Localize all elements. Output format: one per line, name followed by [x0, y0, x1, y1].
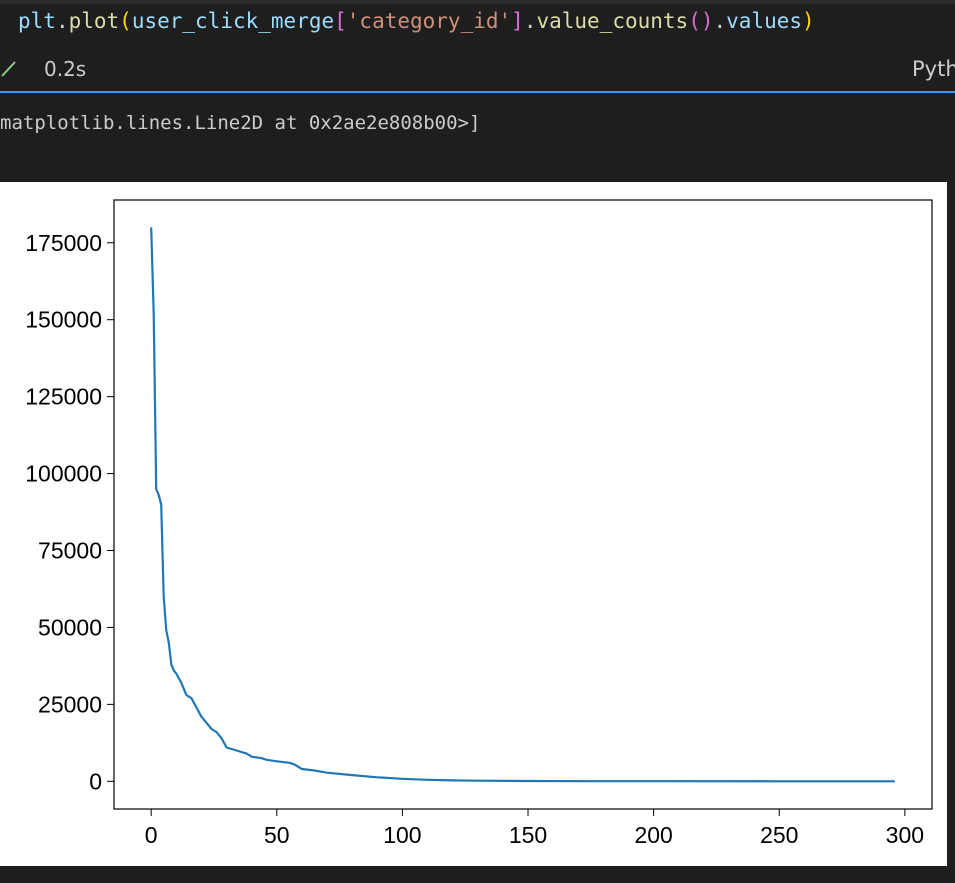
x-tick-label: 250	[760, 822, 798, 848]
y-tick-label: 175000	[25, 230, 102, 256]
x-tick-label: 200	[634, 822, 672, 848]
code-token-dot: .	[55, 9, 69, 33]
y-tick-label: 50000	[38, 614, 102, 640]
code-token-paren-close: )	[802, 9, 815, 33]
code-token-bracket-open: [	[334, 9, 347, 33]
x-tick-label: 50	[264, 822, 290, 848]
x-tick-label: 150	[509, 822, 547, 848]
x-tick-label: 100	[383, 822, 421, 848]
plot-output-image: 0 50 100 150 200 250 300 0 25000 50000 75000 100000…	[0, 182, 947, 866]
y-tick-label: 0	[89, 768, 102, 794]
cell-status-bar: 0.2s Pyth	[0, 50, 955, 90]
code-token-dot: .	[523, 9, 537, 33]
x-tick-label: 0	[145, 822, 158, 848]
y-tick-label: 25000	[38, 691, 102, 717]
code-token-call-parens: ()	[688, 9, 714, 33]
code-token-bracket-close: ]	[511, 9, 524, 33]
line-chart: 0 50 100 150 200 250 300 0 25000 50000 75000 100000…	[25, 199, 933, 848]
check-icon	[1, 61, 16, 77]
y-tick-label: 125000	[25, 384, 102, 410]
code-editor-line[interactable]: plt.plot(user_click_merge['category_id']…	[18, 4, 815, 38]
y-tick-label: 75000	[38, 538, 102, 564]
kernel-language-label[interactable]: Pyth	[912, 57, 955, 81]
code-token-column-string: 'category_id'	[346, 9, 512, 33]
notebook-cell: plt.plot(user_click_merge['category_id']…	[0, 0, 955, 883]
plot-area-background	[114, 200, 932, 809]
cell-focus-divider	[0, 91, 955, 93]
code-token-dot: .	[713, 9, 727, 33]
x-tick-label: 300	[886, 822, 924, 848]
code-token-paren-open: (	[119, 9, 132, 33]
code-token-dataframe: user_click_merge	[131, 9, 335, 33]
code-token-plot: plot	[68, 9, 120, 33]
code-token-values: values	[726, 9, 802, 33]
code-token-plt: plt	[18, 9, 56, 33]
y-tick-label: 100000	[25, 461, 102, 487]
y-tick-label: 150000	[25, 307, 102, 333]
output-repr-text: matplotlib.lines.Line2D at 0x2ae2e808b00…	[0, 112, 481, 134]
bottom-scroll-strip	[0, 866, 955, 883]
execution-time: 0.2s	[44, 57, 87, 81]
code-token-value-counts: value_counts	[536, 9, 689, 33]
